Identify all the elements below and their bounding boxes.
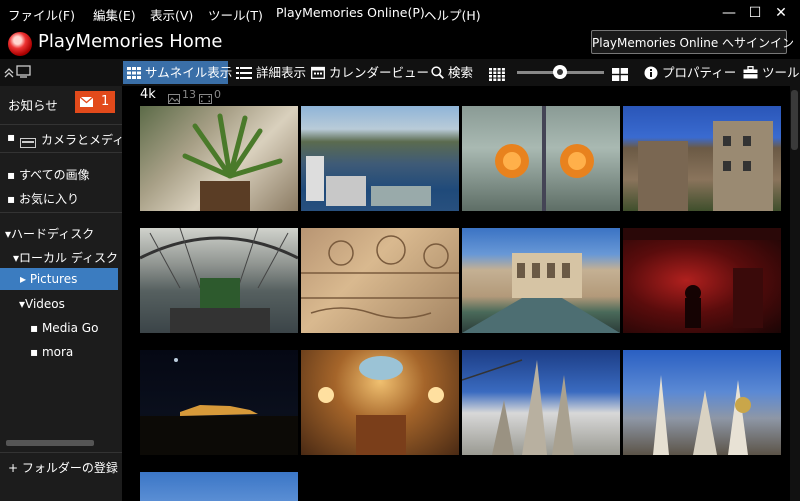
hard-disk-label: ハードディスク — [11, 227, 95, 241]
sidebar-item-media-go[interactable]: ▪ Media Go — [30, 321, 98, 335]
notice-label[interactable]: お知らせ — [8, 95, 58, 114]
sidebar-divider — [0, 212, 122, 213]
photo-thumbnail-orange-handles[interactable] — [462, 106, 620, 211]
add-folder-button[interactable]: + フォルダーの登録 — [8, 459, 118, 476]
menu-file[interactable]: ファイル(F) — [8, 5, 75, 24]
collapse-up-icon[interactable] — [4, 64, 14, 83]
properties-label: プロパティー — [662, 65, 737, 80]
toolbox-icon — [743, 66, 758, 79]
menu-edit[interactable]: 編集(E) — [93, 5, 136, 24]
all-images-label: すべての画像 — [18, 168, 90, 182]
photo-thumbnail-carved-wall[interactable] — [301, 228, 459, 333]
tools-button[interactable]: ツール — [739, 61, 800, 84]
videos-label: Videos — [25, 297, 65, 311]
pictures-label: ▸ Pictures — [20, 272, 78, 286]
sidebar-item-favorites[interactable]: ▪ お気に入り — [7, 190, 79, 207]
photo-thumbnail-rooftop-chimneys[interactable] — [623, 350, 781, 455]
sidebar-item-all-images[interactable]: ▪ すべての画像 — [7, 166, 90, 183]
image-count: 13 — [182, 88, 196, 101]
sidebar — [0, 86, 122, 501]
small-thumbnail-size-icon[interactable] — [489, 66, 505, 85]
resolution-label: 4k — [140, 87, 156, 102]
photo-thumbnail-red-stage[interactable] — [623, 228, 781, 333]
menu-help[interactable]: ヘルプ(H) — [424, 5, 481, 24]
signin-button[interactable]: PlayMemories Online へサインイン — [591, 30, 794, 54]
menu-view[interactable]: 表示(V) — [150, 5, 193, 24]
video-count: 0 — [214, 88, 221, 101]
search-button[interactable]: 検索 — [427, 61, 473, 84]
tab-detail-label: 詳細表示 — [256, 65, 307, 80]
properties-button[interactable]: プロパティー — [640, 61, 736, 84]
tab-thumbnail-view[interactable]: サムネイル表示 — [123, 61, 232, 84]
sidebar-divider — [0, 124, 122, 125]
notice-count: 1 — [101, 94, 110, 109]
app-title: PlayMemories Home — [38, 31, 223, 52]
menu-tools[interactable]: ツール(T) — [208, 5, 263, 24]
photo-thumbnail-concert-hall[interactable] — [301, 350, 459, 455]
search-label: 検索 — [448, 65, 474, 80]
sidebar-item-camera-media[interactable]: カメラとメディ — [41, 131, 124, 148]
photo-thumbnail-partial[interactable] — [140, 472, 298, 501]
close-button[interactable]: ✕ — [771, 3, 791, 23]
content-scrollbar-thumb[interactable] — [791, 90, 798, 150]
sidebar-item-mora[interactable]: ▪ mora — [30, 345, 73, 359]
photo-thumbnail-courtyard-pool[interactable] — [462, 228, 620, 333]
photo-thumbnail-coastal-city[interactable] — [301, 106, 459, 211]
sidebar-horizontal-scrollbar[interactable] — [6, 440, 94, 446]
large-thumbnail-size-icon[interactable] — [612, 66, 628, 85]
favorites-label: お気に入り — [18, 192, 79, 206]
sidebar-item-hard-disk[interactable]: ▾ハードディスク — [5, 225, 94, 242]
local-disk-label: ローカル ディスク ( — [19, 251, 127, 265]
sidebar-item-pictures[interactable]: ▸ Pictures — [0, 268, 118, 290]
mora-label: mora — [41, 345, 74, 359]
tab-calendar-view[interactable]: カレンダービュー — [307, 61, 429, 84]
sidebar-divider — [0, 452, 122, 453]
search-icon — [431, 66, 444, 79]
photo-thumbnail-aloe-plant[interactable] — [140, 106, 298, 211]
thumbnail-size-slider-handle[interactable] — [553, 65, 567, 79]
sidebar-divider — [0, 152, 122, 153]
tools-label: ツール — [762, 65, 800, 80]
list-icon — [236, 66, 252, 79]
monitor-icon[interactable] — [16, 64, 32, 83]
media-go-label: Media Go — [41, 321, 99, 335]
photo-thumbnail-station-hall[interactable] — [140, 228, 298, 333]
app-logo-icon — [8, 32, 32, 56]
menu-playmemories-online[interactable]: PlayMemories Online(P) — [276, 5, 425, 20]
maximize-button[interactable]: ☐ — [745, 3, 765, 23]
photo-thumbnail-old-buildings[interactable] — [623, 106, 781, 211]
notice-badge[interactable]: 1 — [75, 91, 115, 113]
pictures-text: Pictures — [29, 272, 78, 286]
info-icon — [644, 66, 658, 79]
tab-detail-view[interactable]: 詳細表示 — [232, 61, 306, 84]
camera-media-icon — [20, 133, 36, 152]
tab-calendar-label: カレンダービュー — [329, 65, 430, 80]
calendar-icon — [311, 66, 325, 79]
camera-bullet: ▪ — [7, 130, 16, 144]
mail-icon — [80, 97, 93, 107]
photo-thumbnail-night-castle[interactable] — [140, 350, 298, 455]
minimize-button[interactable]: — — [719, 3, 739, 23]
tab-thumbnail-label: サムネイル表示 — [145, 65, 233, 80]
menu-bar: ファイル(F) 編集(E) 表示(V) ツール(T) PlayMemories … — [0, 0, 800, 26]
sidebar-item-local-disk[interactable]: ▾ローカル ディスク ( — [13, 249, 127, 266]
grid-icon — [127, 66, 141, 79]
sidebar-item-videos[interactable]: ▾Videos — [19, 297, 65, 311]
photo-thumbnail-sagrada-familia[interactable] — [462, 350, 620, 455]
